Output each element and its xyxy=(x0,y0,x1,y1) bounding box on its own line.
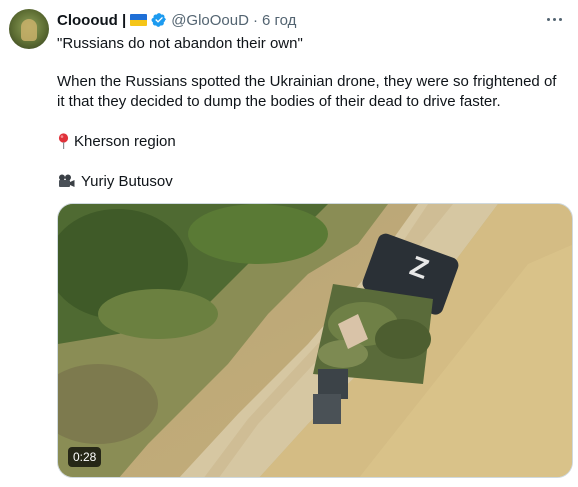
display-name[interactable]: Cloooud | xyxy=(57,12,126,29)
credit-line: Yuriy Butusov xyxy=(57,172,567,192)
location-line: Kherson region xyxy=(57,132,567,152)
timestamp[interactable]: 6 год xyxy=(262,12,296,29)
avatar[interactable] xyxy=(9,9,49,49)
round-pushpin-icon xyxy=(58,133,69,149)
ukraine-flag-icon xyxy=(130,14,148,26)
tweet-body: When the Russians spotted the Ukrainian … xyxy=(57,73,557,110)
movie-camera-icon xyxy=(59,174,75,187)
tweet-header: Cloooud | @GloOouD · 6 год xyxy=(57,10,296,30)
tweet-quote: "Russians do not abandon their own" xyxy=(57,35,303,52)
handle[interactable]: @GloOouD xyxy=(171,12,249,29)
video-player[interactable]: Z 0:28 xyxy=(57,203,573,478)
credit-text: Yuriy Butusov xyxy=(81,173,173,190)
video-duration: 0:28 xyxy=(68,447,102,467)
more-options-icon[interactable] xyxy=(542,9,566,29)
video-thumbnail: Z xyxy=(58,204,572,477)
location-text: Kherson region xyxy=(74,133,176,150)
separator-dot: · xyxy=(252,11,258,29)
verified-badge-icon xyxy=(151,13,167,27)
